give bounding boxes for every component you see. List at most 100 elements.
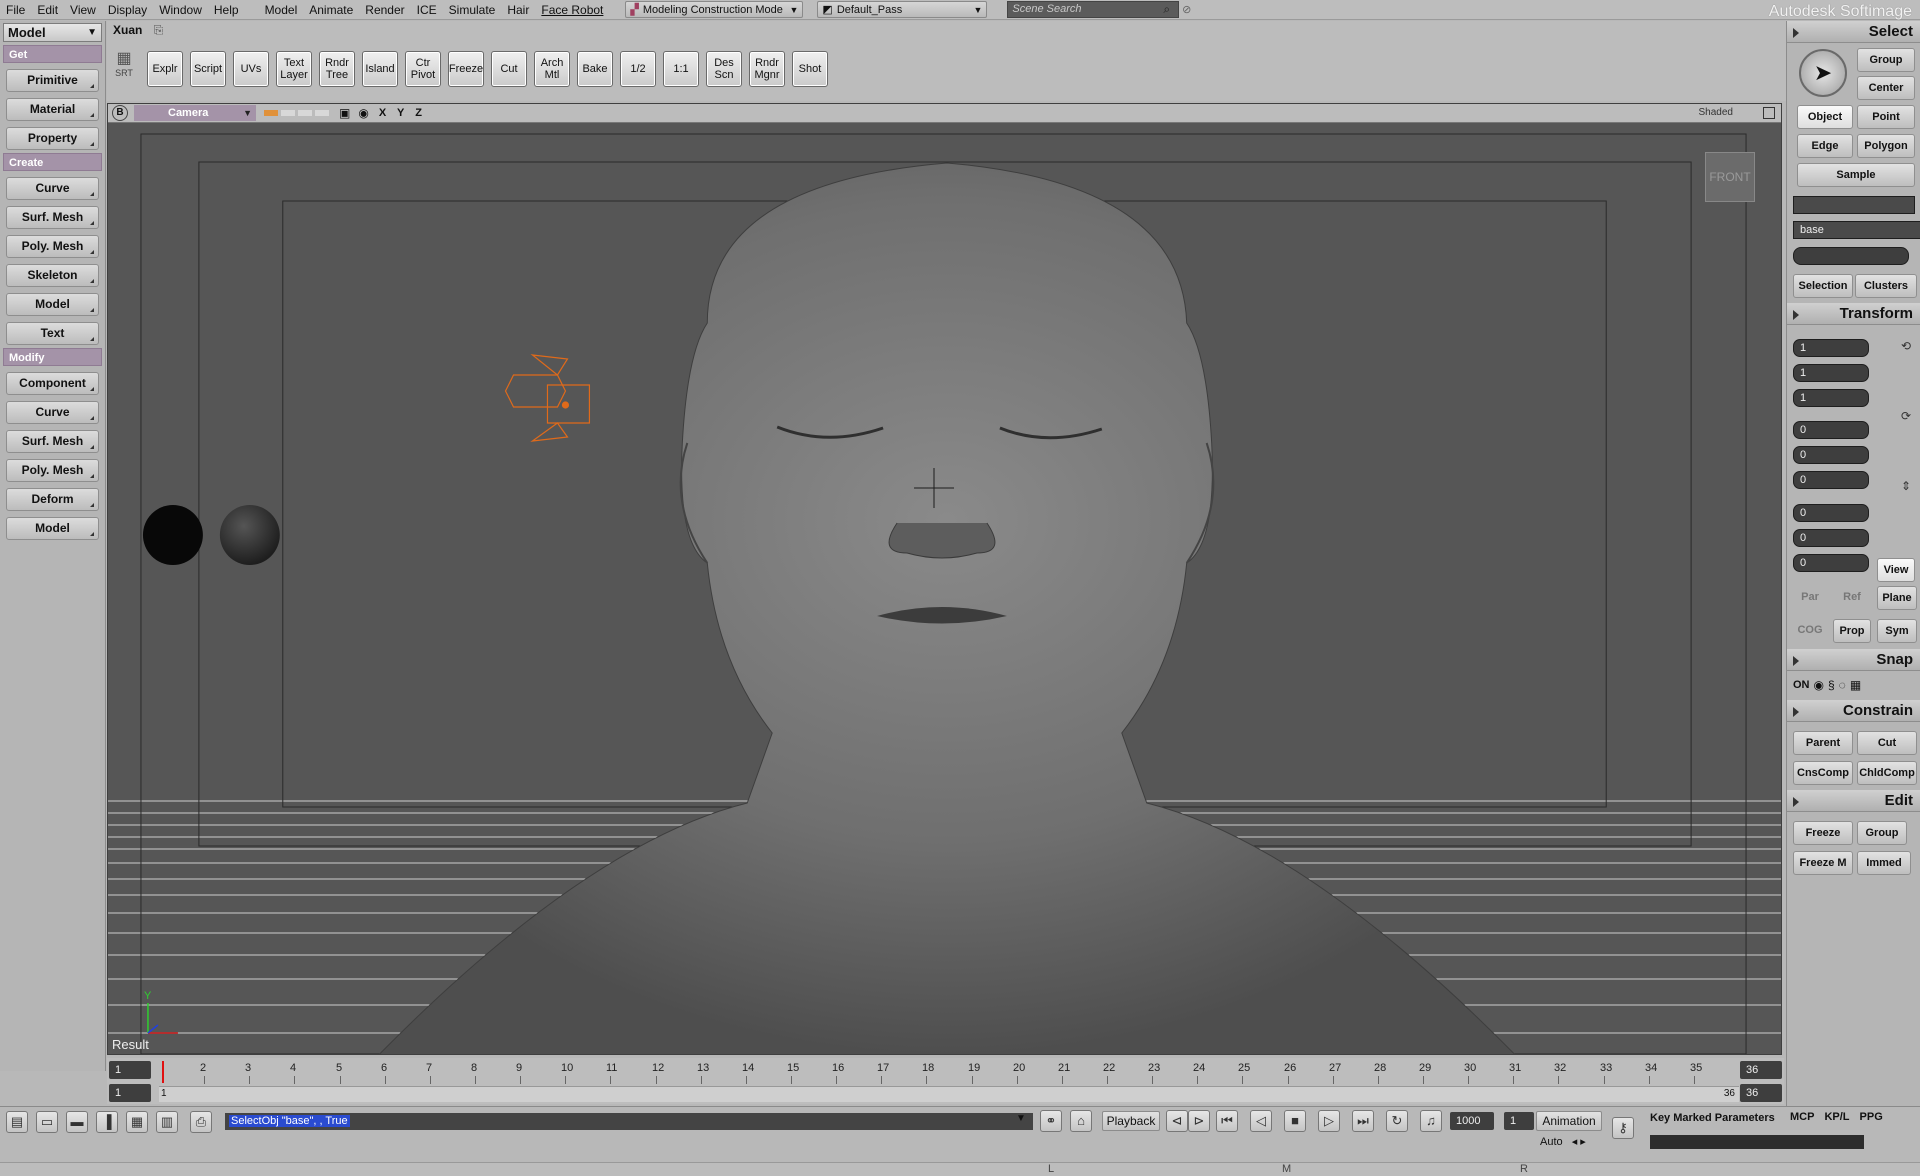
menu-hair[interactable]: Hair [501,0,535,20]
modify-curve-button[interactable]: Curve [6,401,99,424]
get-primitive-button[interactable]: Primitive [6,69,99,92]
select-tool-button[interactable]: ➤ [1799,49,1847,97]
menu-ice[interactable]: ICE [411,0,443,20]
polygon-button[interactable]: Polygon [1857,134,1915,158]
create-skeleton-button[interactable]: Skeleton [6,264,99,287]
maximize-icon[interactable] [1763,107,1775,119]
modify-deform-button[interactable]: Deform [6,488,99,511]
snap-point-icon[interactable]: ◉ [1814,678,1824,692]
sample-button[interactable]: Sample [1797,163,1915,187]
viewport-canvas[interactable]: Y [108,123,1781,1055]
snap-header[interactable]: Snap [1787,649,1920,671]
panel-tab-kp-l[interactable]: KP/L [1824,1111,1849,1123]
time-range-slider[interactable]: 1 36 [159,1086,1739,1102]
transform-field-1[interactable]: 1 [1793,364,1869,382]
start-range-field[interactable]: 1 [109,1084,151,1102]
toolbar-tab-xuan[interactable]: Xuan ⎘ [113,23,163,38]
layout-icon-5[interactable]: ▦ [126,1111,148,1133]
selection-dark-field-1[interactable] [1793,196,1915,214]
constrain-header[interactable]: Constrain [1787,700,1920,722]
axis-toggles[interactable]: X Y Z [379,107,426,119]
playhead[interactable] [162,1061,164,1083]
tool-island-button[interactable]: Island [362,51,398,87]
tool-text-layer-button[interactable]: Text Layer [276,51,312,87]
object-button[interactable]: Object [1797,105,1853,129]
get-property-button[interactable]: Property [6,127,99,150]
transform-field-3[interactable]: 0 [1793,421,1869,439]
get-material-button[interactable]: Material [6,98,99,121]
pass-select[interactable]: ◩ Default_Pass ▼ [817,1,988,18]
clusters-button[interactable]: Clusters [1855,274,1917,298]
first-frame-icon[interactable]: ⏮ [1216,1110,1238,1132]
tool-1-1-button[interactable]: 1:1 [663,51,699,87]
audio-icon[interactable]: ♫ [1420,1110,1442,1132]
auto-key-toggle[interactable]: Auto ◂ ▸ [1540,1135,1586,1148]
animation-button[interactable]: Animation [1536,1111,1602,1131]
transform-field-5[interactable]: 0 [1793,471,1869,489]
par-button[interactable]: Par [1791,586,1829,610]
snap-surface-icon[interactable]: ◌ [1839,678,1846,692]
swatch-gray-1[interactable] [281,110,295,116]
center-button[interactable]: Center [1857,76,1915,100]
cut-button[interactable]: Cut [1857,731,1917,755]
tool-rndr-tree-button[interactable]: Rndr Tree [319,51,355,87]
modify-model-button[interactable]: Model [6,517,99,540]
playback-button[interactable]: Playback [1102,1111,1160,1131]
key-icon[interactable]: ⚷ [1612,1117,1634,1139]
current-frame-bottom-field[interactable]: 1 [1504,1112,1534,1130]
last-frame-icon[interactable]: ⏭ [1352,1110,1374,1132]
viewport-swatches[interactable] [264,110,329,116]
script-command-line[interactable]: SelectObj "base", , True [225,1113,1033,1130]
menu-help[interactable]: Help [208,0,245,20]
srt-icon[interactable]: ▦ SRT [112,48,136,92]
menu-display[interactable]: Display [102,0,153,20]
swatch-orange[interactable] [264,110,278,116]
display-mode-select[interactable]: Shaded [1699,107,1733,118]
toolbar-mode-select[interactable]: Model ▼ [3,23,102,42]
tool-des-scn-button[interactable]: Des Scn [706,51,742,87]
loop-icon[interactable]: ↻ [1386,1110,1408,1132]
transform-field-4[interactable]: 0 [1793,446,1869,464]
layout-icon-3[interactable]: ▬ [66,1111,88,1133]
section-get[interactable]: Get [3,45,102,63]
timeline-ruler[interactable]: 2 3 4 5 6 7 8 9 10 11 12 13 14 15 16 17 18 19 20 21 22 23 24 25… [159,1060,1739,1084]
link-icon[interactable]: ⚭ [1040,1110,1062,1132]
view-button[interactable]: View [1877,558,1915,582]
current-frame-field[interactable]: 1 [109,1061,151,1079]
panel-tab-ppg[interactable]: PPG [1860,1111,1883,1123]
camera-select[interactable]: Camera ▼ [134,105,256,121]
camera-icon[interactable]: ⌂ [1070,1110,1092,1132]
tool-freeze-button[interactable]: Freeze [448,51,484,87]
frame-count-field[interactable]: 1000 [1450,1112,1494,1130]
search-icon[interactable]: ⌕ [1163,2,1170,17]
menu-face-robot[interactable]: Face Robot [535,0,609,20]
transform-field-6[interactable]: 0 [1793,504,1869,522]
end-frame-field[interactable]: 36 [1740,1061,1782,1079]
modify-surf-mesh-button[interactable]: Surf. Mesh [6,430,99,453]
select-header[interactable]: Select [1787,21,1920,43]
group-button[interactable]: Group [1857,48,1915,72]
ref-button[interactable]: Ref [1833,586,1871,610]
menu-simulate[interactable]: Simulate [443,0,502,20]
create-text-button[interactable]: Text [6,322,99,345]
tool-script-button[interactable]: Script [190,51,226,87]
search-clear-icon[interactable]: ⊘ [1182,3,1191,16]
tool-arch-mtl-button[interactable]: Arch Mtl [534,51,570,87]
layout-icon-4[interactable]: ▐ [96,1111,118,1133]
view-cube[interactable]: FRONT [1705,152,1755,202]
tool-bake-button[interactable]: Bake [577,51,613,87]
tool-1-2-button[interactable]: 1/2 [620,51,656,87]
transform-field-2[interactable]: 1 [1793,389,1869,407]
snap-on-toggle[interactable]: ON [1793,679,1810,691]
menu-window[interactable]: Window [153,0,208,20]
parent-button[interactable]: Parent [1793,731,1853,755]
tool-ctr-pivot-button[interactable]: Ctr Pivot [405,51,441,87]
edit-group-button[interactable]: Group [1857,821,1907,845]
section-create[interactable]: Create [3,153,102,171]
create-poly-mesh-button[interactable]: Poly. Mesh [6,235,99,258]
tool-shot-button[interactable]: Shot [792,51,828,87]
menu-animate[interactable]: Animate [303,0,359,20]
scale-icon[interactable]: ⟲ [1899,339,1913,353]
script-editor-icon[interactable]: ⎙ [190,1111,212,1133]
selection-button[interactable]: Selection [1793,274,1853,298]
